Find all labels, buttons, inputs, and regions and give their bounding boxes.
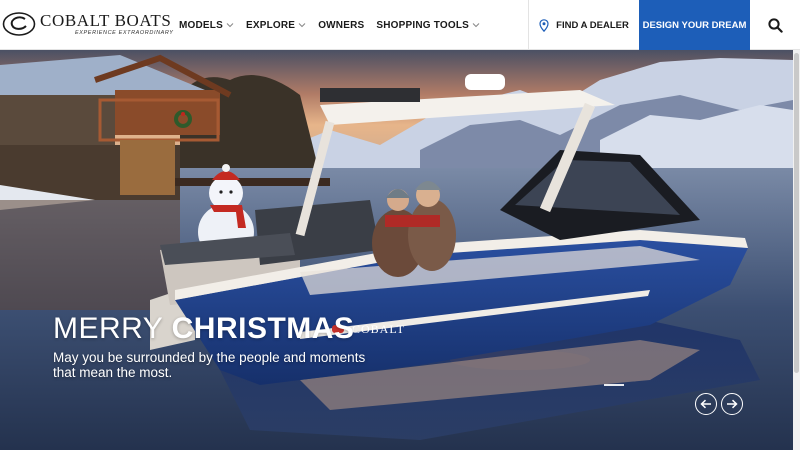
nav-owners[interactable]: OWNERS <box>318 20 364 31</box>
nav-models[interactable]: MODELS <box>179 20 234 31</box>
next-slide-button[interactable] <box>721 393 743 415</box>
cobalt-logo[interactable]: COBALT BOATS EXPERIENCE EXTRAORDINARY <box>0 8 173 42</box>
chevron-down-icon <box>472 23 480 28</box>
logo-tagline: EXPERIENCE EXTRAORDINARY <box>75 30 174 36</box>
prev-slide-button[interactable] <box>695 393 717 415</box>
nav-shopping-tools-label: SHOPPING TOOLS <box>376 19 470 31</box>
slide-indicator[interactable] <box>604 384 624 386</box>
main-nav: MODELS EXPLORE OWNERS SHOPPING TOOLS <box>179 0 492 50</box>
slide-title-light: MERRY <box>53 312 163 345</box>
arrow-right-icon <box>727 399 738 409</box>
design-your-dream-label: DESIGN YOUR DREAM <box>642 19 747 31</box>
find-dealer-label: FIND A DEALER <box>556 19 629 31</box>
hero-slider: COBALT MERRY CHRISTMAS May you be surrou… <box>0 50 793 450</box>
scrollbar-thumb[interactable] <box>794 53 799 373</box>
nav-explore-label: EXPLORE <box>245 19 296 31</box>
map-pin-icon <box>539 18 549 32</box>
slide-title: MERRY CHRISTMAS <box>53 312 354 346</box>
chevron-down-icon <box>298 23 306 28</box>
hero-image: COBALT <box>0 50 793 450</box>
search-button[interactable] <box>750 0 800 50</box>
page-scrollbar[interactable] <box>793 50 800 450</box>
nav-explore[interactable]: EXPLORE <box>246 20 306 31</box>
hull-brand-text: COBALT <box>352 322 405 336</box>
site-header: COBALT BOATS EXPERIENCE EXTRAORDINARY MO… <box>0 0 800 50</box>
slide-subtitle: May you be surrounded by the people and … <box>53 350 366 380</box>
nav-owners-label: OWNERS <box>318 19 365 31</box>
nav-shopping-tools[interactable]: SHOPPING TOOLS <box>376 20 480 31</box>
slide-title-bold: CHRISTMAS <box>171 312 355 345</box>
logo-name: COBALT BOATS <box>40 11 172 30</box>
search-icon <box>767 17 783 33</box>
design-your-dream-button[interactable]: DESIGN YOUR DREAM <box>639 0 750 50</box>
arrow-left-icon <box>700 399 711 409</box>
chevron-down-icon <box>226 23 234 28</box>
nav-models-label: MODELS <box>179 19 223 31</box>
cobalt-emblem-icon <box>2 12 36 36</box>
find-dealer-link[interactable]: FIND A DEALER <box>528 0 639 50</box>
